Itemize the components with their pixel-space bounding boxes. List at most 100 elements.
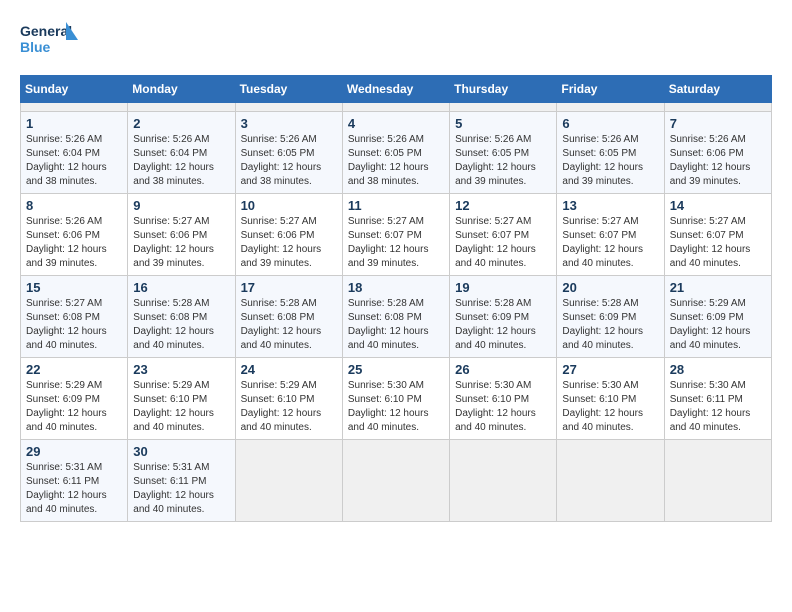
calendar-day-cell <box>21 103 128 112</box>
day-detail: Sunrise: 5:31 AMSunset: 6:11 PMDaylight:… <box>26 462 107 515</box>
calendar-day-cell: 29 Sunrise: 5:31 AMSunset: 6:11 PMDaylig… <box>21 440 128 522</box>
day-number: 25 <box>348 362 444 377</box>
day-number: 29 <box>26 444 122 459</box>
day-detail: Sunrise: 5:26 AMSunset: 6:04 PMDaylight:… <box>133 134 214 187</box>
day-detail: Sunrise: 5:26 AMSunset: 6:05 PMDaylight:… <box>241 134 322 187</box>
calendar-day-cell: 10 Sunrise: 5:27 AMSunset: 6:06 PMDaylig… <box>235 194 342 276</box>
day-number: 2 <box>133 116 229 131</box>
page-header: General Blue <box>20 20 772 65</box>
calendar-day-cell: 3 Sunrise: 5:26 AMSunset: 6:05 PMDayligh… <box>235 112 342 194</box>
calendar-day-cell: 15 Sunrise: 5:27 AMSunset: 6:08 PMDaylig… <box>21 276 128 358</box>
day-header-sunday: Sunday <box>21 76 128 103</box>
calendar-day-cell: 11 Sunrise: 5:27 AMSunset: 6:07 PMDaylig… <box>342 194 449 276</box>
calendar-day-cell <box>664 103 771 112</box>
calendar-day-cell: 16 Sunrise: 5:28 AMSunset: 6:08 PMDaylig… <box>128 276 235 358</box>
day-detail: Sunrise: 5:29 AMSunset: 6:10 PMDaylight:… <box>133 380 214 433</box>
calendar-day-cell <box>235 440 342 522</box>
day-number: 15 <box>26 280 122 295</box>
calendar-day-cell <box>450 103 557 112</box>
day-number: 16 <box>133 280 229 295</box>
day-number: 1 <box>26 116 122 131</box>
calendar-day-cell: 25 Sunrise: 5:30 AMSunset: 6:10 PMDaylig… <box>342 358 449 440</box>
svg-text:Blue: Blue <box>20 39 51 55</box>
day-number: 28 <box>670 362 766 377</box>
day-number: 30 <box>133 444 229 459</box>
calendar-day-cell: 6 Sunrise: 5:26 AMSunset: 6:05 PMDayligh… <box>557 112 664 194</box>
day-detail: Sunrise: 5:28 AMSunset: 6:08 PMDaylight:… <box>241 298 322 351</box>
calendar-day-cell: 9 Sunrise: 5:27 AMSunset: 6:06 PMDayligh… <box>128 194 235 276</box>
day-number: 22 <box>26 362 122 377</box>
calendar-day-cell: 26 Sunrise: 5:30 AMSunset: 6:10 PMDaylig… <box>450 358 557 440</box>
day-number: 26 <box>455 362 551 377</box>
calendar-day-cell: 27 Sunrise: 5:30 AMSunset: 6:10 PMDaylig… <box>557 358 664 440</box>
calendar-day-cell: 17 Sunrise: 5:28 AMSunset: 6:08 PMDaylig… <box>235 276 342 358</box>
day-detail: Sunrise: 5:30 AMSunset: 6:11 PMDaylight:… <box>670 380 751 433</box>
day-detail: Sunrise: 5:28 AMSunset: 6:09 PMDaylight:… <box>562 298 643 351</box>
calendar-week-row: 22 Sunrise: 5:29 AMSunset: 6:09 PMDaylig… <box>21 358 772 440</box>
calendar-day-cell: 18 Sunrise: 5:28 AMSunset: 6:08 PMDaylig… <box>342 276 449 358</box>
day-detail: Sunrise: 5:26 AMSunset: 6:06 PMDaylight:… <box>26 216 107 269</box>
day-detail: Sunrise: 5:26 AMSunset: 6:05 PMDaylight:… <box>455 134 536 187</box>
day-number: 5 <box>455 116 551 131</box>
day-detail: Sunrise: 5:27 AMSunset: 6:07 PMDaylight:… <box>670 216 751 269</box>
calendar-day-cell <box>128 103 235 112</box>
svg-text:General: General <box>20 23 72 39</box>
day-header-saturday: Saturday <box>664 76 771 103</box>
day-number: 8 <box>26 198 122 213</box>
day-detail: Sunrise: 5:27 AMSunset: 6:08 PMDaylight:… <box>26 298 107 351</box>
day-header-monday: Monday <box>128 76 235 103</box>
day-detail: Sunrise: 5:27 AMSunset: 6:07 PMDaylight:… <box>455 216 536 269</box>
day-detail: Sunrise: 5:26 AMSunset: 6:06 PMDaylight:… <box>670 134 751 187</box>
calendar-day-cell: 13 Sunrise: 5:27 AMSunset: 6:07 PMDaylig… <box>557 194 664 276</box>
logo-svg: General Blue <box>20 20 80 65</box>
day-detail: Sunrise: 5:28 AMSunset: 6:08 PMDaylight:… <box>348 298 429 351</box>
day-detail: Sunrise: 5:28 AMSunset: 6:09 PMDaylight:… <box>455 298 536 351</box>
day-detail: Sunrise: 5:27 AMSunset: 6:06 PMDaylight:… <box>241 216 322 269</box>
day-number: 7 <box>670 116 766 131</box>
calendar-day-cell: 24 Sunrise: 5:29 AMSunset: 6:10 PMDaylig… <box>235 358 342 440</box>
day-header-wednesday: Wednesday <box>342 76 449 103</box>
calendar-day-cell: 7 Sunrise: 5:26 AMSunset: 6:06 PMDayligh… <box>664 112 771 194</box>
day-detail: Sunrise: 5:30 AMSunset: 6:10 PMDaylight:… <box>562 380 643 433</box>
day-header-thursday: Thursday <box>450 76 557 103</box>
calendar-week-row: 29 Sunrise: 5:31 AMSunset: 6:11 PMDaylig… <box>21 440 772 522</box>
calendar-day-cell <box>450 440 557 522</box>
calendar-week-row <box>21 103 772 112</box>
calendar-day-cell <box>557 440 664 522</box>
day-number: 4 <box>348 116 444 131</box>
day-number: 21 <box>670 280 766 295</box>
day-number: 10 <box>241 198 337 213</box>
calendar-day-cell: 14 Sunrise: 5:27 AMSunset: 6:07 PMDaylig… <box>664 194 771 276</box>
day-number: 24 <box>241 362 337 377</box>
day-detail: Sunrise: 5:28 AMSunset: 6:08 PMDaylight:… <box>133 298 214 351</box>
calendar-day-cell: 12 Sunrise: 5:27 AMSunset: 6:07 PMDaylig… <box>450 194 557 276</box>
calendar-table: SundayMondayTuesdayWednesdayThursdayFrid… <box>20 75 772 522</box>
day-number: 14 <box>670 198 766 213</box>
calendar-day-cell: 5 Sunrise: 5:26 AMSunset: 6:05 PMDayligh… <box>450 112 557 194</box>
day-detail: Sunrise: 5:27 AMSunset: 6:06 PMDaylight:… <box>133 216 214 269</box>
calendar-day-cell: 20 Sunrise: 5:28 AMSunset: 6:09 PMDaylig… <box>557 276 664 358</box>
day-number: 18 <box>348 280 444 295</box>
day-detail: Sunrise: 5:27 AMSunset: 6:07 PMDaylight:… <box>562 216 643 269</box>
day-detail: Sunrise: 5:26 AMSunset: 6:05 PMDaylight:… <box>348 134 429 187</box>
day-detail: Sunrise: 5:30 AMSunset: 6:10 PMDaylight:… <box>455 380 536 433</box>
day-number: 17 <box>241 280 337 295</box>
calendar-day-cell: 23 Sunrise: 5:29 AMSunset: 6:10 PMDaylig… <box>128 358 235 440</box>
calendar-day-cell: 2 Sunrise: 5:26 AMSunset: 6:04 PMDayligh… <box>128 112 235 194</box>
day-detail: Sunrise: 5:29 AMSunset: 6:09 PMDaylight:… <box>670 298 751 351</box>
day-number: 27 <box>562 362 658 377</box>
day-detail: Sunrise: 5:29 AMSunset: 6:10 PMDaylight:… <box>241 380 322 433</box>
day-number: 19 <box>455 280 551 295</box>
calendar-day-cell: 22 Sunrise: 5:29 AMSunset: 6:09 PMDaylig… <box>21 358 128 440</box>
calendar-day-cell: 28 Sunrise: 5:30 AMSunset: 6:11 PMDaylig… <box>664 358 771 440</box>
calendar-day-cell: 21 Sunrise: 5:29 AMSunset: 6:09 PMDaylig… <box>664 276 771 358</box>
day-number: 11 <box>348 198 444 213</box>
calendar-day-cell: 19 Sunrise: 5:28 AMSunset: 6:09 PMDaylig… <box>450 276 557 358</box>
calendar-day-cell <box>342 103 449 112</box>
day-number: 9 <box>133 198 229 213</box>
logo: General Blue <box>20 20 80 65</box>
day-number: 13 <box>562 198 658 213</box>
calendar-day-cell <box>557 103 664 112</box>
calendar-week-row: 1 Sunrise: 5:26 AMSunset: 6:04 PMDayligh… <box>21 112 772 194</box>
day-detail: Sunrise: 5:26 AMSunset: 6:04 PMDaylight:… <box>26 134 107 187</box>
